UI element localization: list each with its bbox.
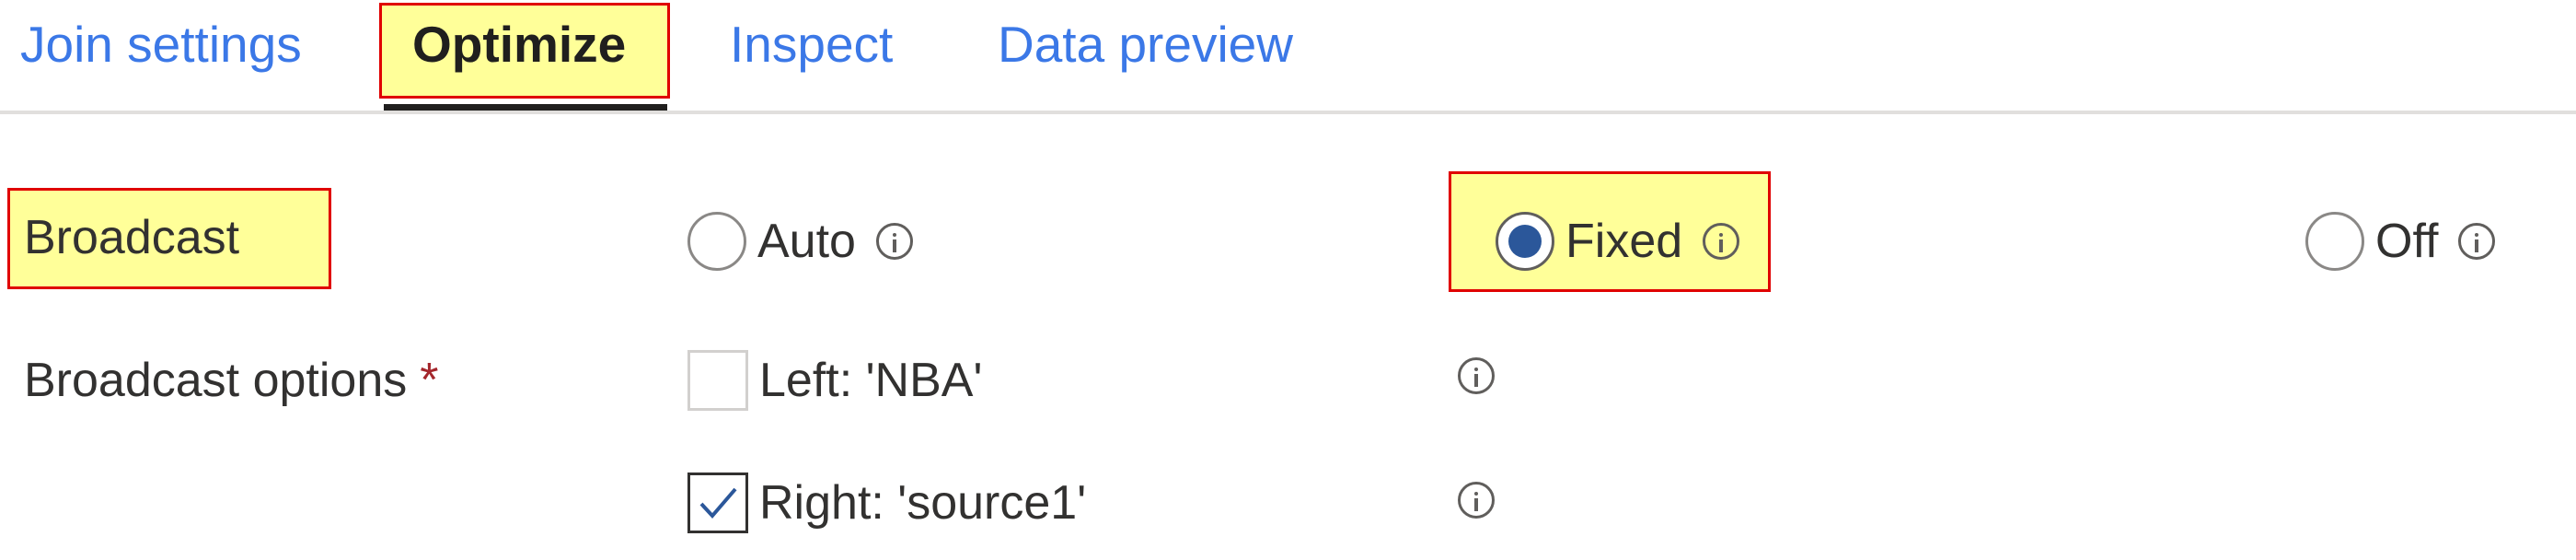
tab-bar: Join settings Optimize Inspect Data prev…: [0, 0, 2576, 114]
broadcast-options-label-text: Broadcast options: [24, 354, 408, 407]
required-marker: *: [420, 354, 439, 407]
broadcast-option-left[interactable]: Left: 'NBA': [687, 348, 982, 413]
info-icon[interactable]: [1458, 357, 1495, 394]
radio-button[interactable]: [2305, 212, 2364, 271]
tab-optimize[interactable]: Optimize: [380, 0, 667, 111]
active-tab-indicator: [384, 104, 667, 111]
broadcast-label: Broadcast: [24, 211, 240, 264]
checkmark-icon: [699, 487, 737, 519]
broadcast-radio-off[interactable]: Off: [2305, 206, 2496, 276]
radio-selected-dot: [1508, 225, 1542, 258]
checkbox-label-left: Left: 'NBA': [759, 354, 983, 407]
info-icon[interactable]: [2458, 223, 2496, 260]
radio-button[interactable]: [687, 212, 746, 271]
tab-optimize-label: Optimize: [412, 16, 627, 73]
tab-inspect[interactable]: Inspect: [730, 0, 893, 111]
broadcast-option-right[interactable]: Right: 'source1': [687, 471, 1086, 535]
broadcast-options-label: Broadcast options *: [24, 353, 439, 408]
checkbox-left[interactable]: [687, 350, 748, 411]
tab-join-settings[interactable]: Join settings: [20, 0, 302, 111]
radio-label-fixed: Fixed: [1565, 215, 1683, 268]
info-icon[interactable]: [875, 223, 913, 260]
checkbox-label-right: Right: 'source1': [759, 476, 1087, 530]
info-icon[interactable]: [1703, 223, 1740, 260]
info-icon[interactable]: [1458, 482, 1495, 519]
radio-button-selected[interactable]: [1496, 212, 1554, 271]
radio-label-off: Off: [2375, 215, 2439, 268]
tab-data-preview[interactable]: Data preview: [998, 0, 1293, 111]
checkbox-right[interactable]: [687, 472, 748, 533]
radio-label-auto: Auto: [757, 215, 856, 268]
broadcast-radio-auto[interactable]: Auto: [687, 206, 913, 276]
broadcast-radio-fixed[interactable]: Fixed: [1496, 206, 1740, 276]
